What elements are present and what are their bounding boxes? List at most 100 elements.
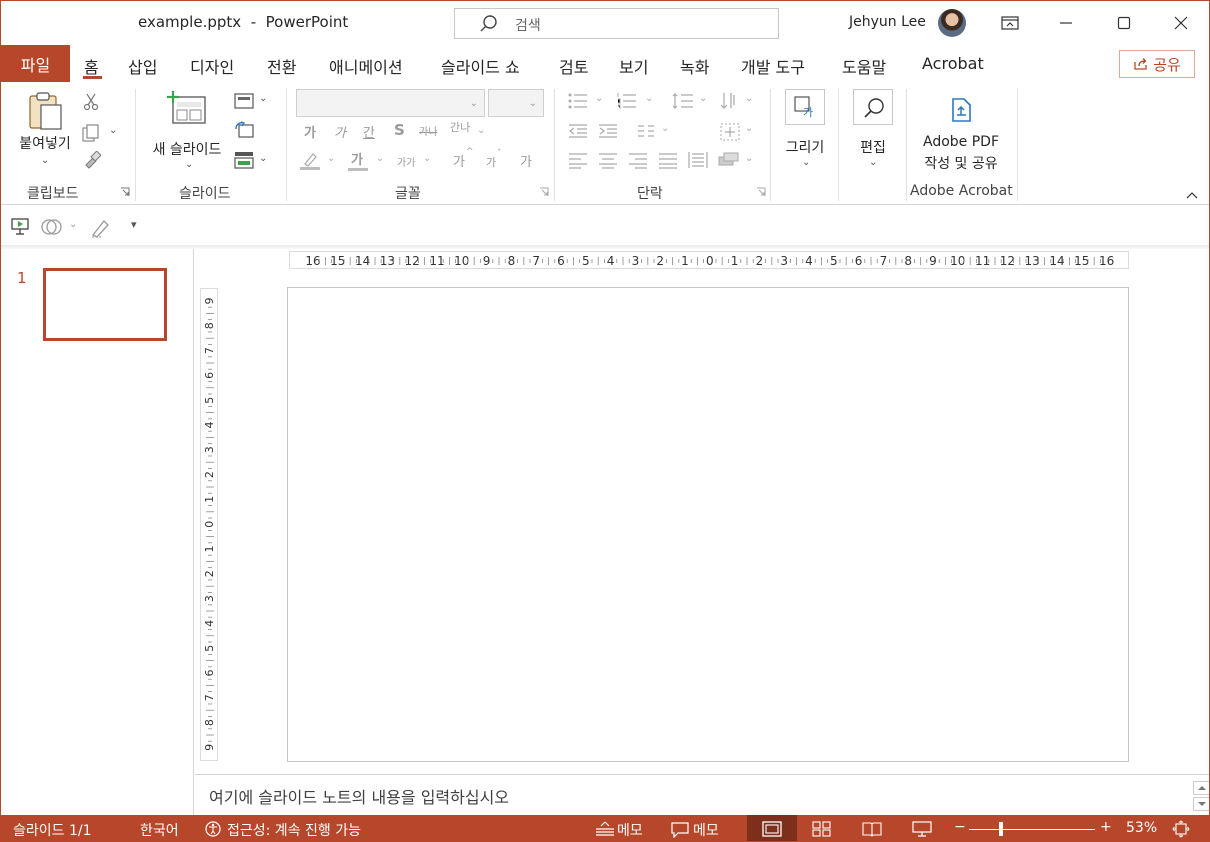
- zoom-out-button[interactable]: −: [954, 819, 966, 835]
- font-name-combobox[interactable]: ⌄: [296, 89, 485, 117]
- close-button[interactable]: [1166, 9, 1196, 37]
- font-launcher-icon[interactable]: [539, 187, 549, 197]
- paragraph-launcher-icon[interactable]: [756, 187, 766, 197]
- tab-design[interactable]: 디자인: [190, 54, 234, 78]
- chevron-down-icon[interactable]: ⌄: [745, 123, 753, 134]
- chevron-down-icon[interactable]: ⌄: [699, 93, 707, 104]
- paste-button[interactable]: 붙여넣기 ⌄: [13, 89, 79, 169]
- new-slide-button[interactable]: 새 슬라이드 ⌄: [145, 89, 229, 170]
- numbering-icon[interactable]: [617, 93, 637, 109]
- align-right-icon[interactable]: [628, 153, 648, 169]
- cut-icon[interactable]: [83, 93, 99, 111]
- chevron-down-icon[interactable]: ⌄: [645, 93, 653, 104]
- align-text-icon[interactable]: [720, 123, 740, 141]
- increase-indent-icon[interactable]: [598, 123, 618, 139]
- notes-toggle-label[interactable]: 메모: [617, 820, 643, 840]
- search-box[interactable]: 검색: [454, 8, 779, 39]
- underline-button[interactable]: 간: [363, 122, 375, 141]
- chevron-down-icon[interactable]: ⌄: [423, 153, 431, 164]
- user-name[interactable]: Jehyun Lee: [849, 14, 926, 30]
- slide-count[interactable]: 슬라이드 1/1: [13, 820, 92, 840]
- tab-view[interactable]: 보기: [619, 54, 648, 78]
- tab-review[interactable]: 검토: [559, 54, 588, 78]
- copy-dropdown-icon[interactable]: ⌄: [109, 125, 117, 136]
- layout-icon[interactable]: [234, 93, 254, 109]
- line-spacing-icon[interactable]: [672, 93, 694, 109]
- notes-scrollbar[interactable]: [1193, 781, 1210, 813]
- accessibility-status[interactable]: 접근성: 계속 진행 가능: [227, 820, 361, 840]
- highlight-icon[interactable]: [299, 151, 321, 171]
- copy-icon[interactable]: [81, 123, 101, 143]
- distributed-icon[interactable]: [688, 151, 708, 169]
- collapse-ribbon-icon[interactable]: [1186, 191, 1198, 199]
- font-color-button[interactable]: 가: [351, 149, 363, 168]
- tab-animations[interactable]: 애니메이션: [329, 54, 403, 78]
- normal-view-icon[interactable]: [762, 821, 782, 837]
- zoom-slider-track[interactable]: [969, 829, 1095, 830]
- clear-formatting-button[interactable]: 가: [520, 151, 532, 170]
- chevron-down-icon[interactable]: ⌄: [69, 219, 77, 230]
- start-slideshow-icon[interactable]: [11, 218, 31, 236]
- bold-button[interactable]: 가: [304, 122, 316, 141]
- tab-help[interactable]: 도움말: [842, 54, 886, 78]
- chevron-down-icon[interactable]: ⌄: [595, 93, 603, 104]
- maximize-button[interactable]: [1109, 9, 1139, 37]
- vertical-ruler[interactable]: 9 8 7 6 5 4 3 2 1 0 1 2 3 4 5 6 7 8 9: [200, 288, 218, 761]
- pen-eraser-icon[interactable]: [90, 218, 112, 238]
- slide-thumbnail[interactable]: [43, 268, 167, 341]
- chevron-down-icon[interactable]: ⌄: [745, 153, 753, 164]
- layout-dropdown-icon[interactable]: ⌄: [259, 93, 267, 104]
- tab-record[interactable]: 녹화: [680, 54, 709, 78]
- editing-button[interactable]: 편집 ⌄: [847, 89, 901, 169]
- horizontal-ruler[interactable]: 16 15 14 13 12 11 10 9 8 7 6 5 4 3 2 1 0 1 2 3 4 5 6 7 8 9 10 11 12 1…: [289, 251, 1129, 269]
- zoom-slider-thumb[interactable]: [999, 822, 1003, 836]
- shadow-button[interactable]: S: [394, 121, 405, 139]
- columns-icon[interactable]: [637, 125, 655, 137]
- tab-slideshow[interactable]: 슬라이드 쇼: [441, 54, 520, 78]
- comments-toggle-label[interactable]: 메모: [693, 820, 719, 840]
- tab-acrobat[interactable]: Acrobat: [922, 54, 984, 73]
- chevron-down-icon[interactable]: ⌄: [376, 153, 384, 164]
- tab-file[interactable]: 파일: [1, 45, 70, 82]
- fit-to-window-icon[interactable]: [1172, 820, 1190, 838]
- create-pdf-button[interactable]: Adobe PDF 작성 및 공유: [913, 89, 1009, 175]
- shapes-merge-icon[interactable]: [41, 218, 63, 236]
- character-spacing-button[interactable]: 간나: [450, 119, 470, 135]
- slideshow-view-icon[interactable]: [912, 821, 932, 838]
- tab-developer[interactable]: 개발 도구: [741, 54, 805, 78]
- tab-home[interactable]: 홈: [84, 54, 99, 78]
- bullets-icon[interactable]: [568, 93, 588, 109]
- format-painter-icon[interactable]: [83, 151, 101, 169]
- italic-button[interactable]: 가: [334, 122, 346, 141]
- decrease-font-button[interactable]: 가: [486, 154, 496, 170]
- align-left-icon[interactable]: [568, 153, 588, 169]
- scroll-up-icon[interactable]: [1193, 781, 1210, 795]
- clipboard-launcher-icon[interactable]: [120, 187, 130, 197]
- decrease-indent-icon[interactable]: [568, 123, 588, 139]
- chevron-down-icon[interactable]: ⌄: [661, 123, 669, 134]
- tab-transitions[interactable]: 전환: [267, 54, 296, 78]
- chevron-down-icon[interactable]: ⌄: [745, 93, 753, 104]
- font-size-combobox[interactable]: ⌄: [488, 89, 544, 117]
- justify-icon[interactable]: [658, 153, 678, 169]
- increase-font-button[interactable]: 가: [453, 151, 465, 170]
- reset-slide-icon[interactable]: [234, 121, 254, 139]
- language-status[interactable]: 한국어: [140, 820, 179, 840]
- comments-icon[interactable]: [670, 821, 690, 838]
- accessibility-icon[interactable]: [204, 821, 222, 837]
- avatar[interactable]: [938, 9, 966, 37]
- section-icon[interactable]: [234, 151, 254, 169]
- slide-canvas[interactable]: [287, 287, 1129, 762]
- section-dropdown-icon[interactable]: ⌄: [259, 153, 267, 164]
- drawing-button[interactable]: 가 그리기 ⌄: [778, 89, 834, 169]
- smartart-icon[interactable]: [718, 151, 740, 169]
- share-button[interactable]: 공유: [1119, 50, 1195, 78]
- chevron-down-icon[interactable]: ⌄: [327, 153, 335, 164]
- change-case-button[interactable]: 가가: [397, 154, 415, 169]
- chevron-down-icon[interactable]: ⌄: [477, 125, 485, 136]
- zoom-level[interactable]: 53%: [1126, 820, 1157, 836]
- strikethrough-button[interactable]: 가나: [419, 123, 437, 138]
- ribbon-display-options-button[interactable]: [995, 9, 1025, 37]
- tab-insert[interactable]: 삽입: [128, 54, 157, 78]
- scroll-down-icon[interactable]: [1193, 797, 1210, 811]
